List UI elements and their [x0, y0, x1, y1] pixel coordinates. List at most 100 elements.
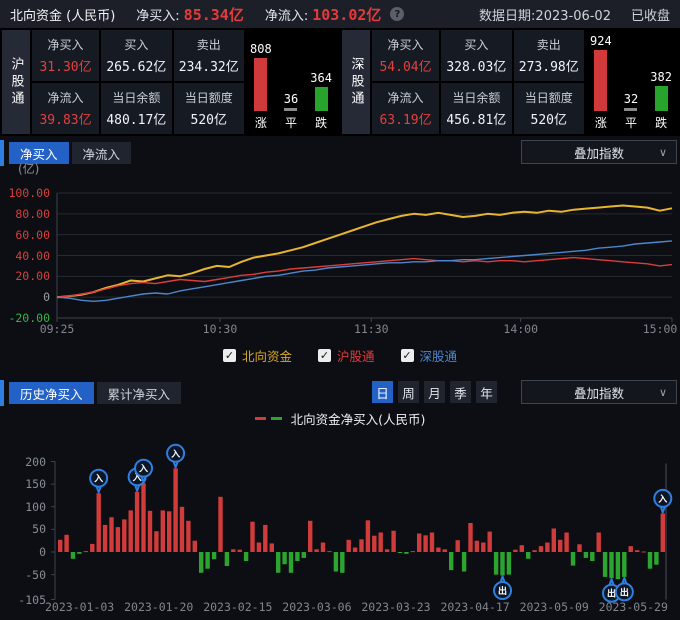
marker-glyph: 入	[93, 474, 103, 485]
panel-cell: 买入328.03亿	[441, 30, 511, 81]
bar	[648, 552, 652, 569]
chevron-down-icon: ∨	[659, 386, 667, 399]
y-tick-label: 0	[2, 290, 50, 304]
bar	[250, 522, 254, 552]
y-tick-label: 100	[0, 500, 46, 514]
x-tick-label: 09:25	[25, 322, 89, 336]
marker-glyph: 入	[138, 464, 148, 475]
panel-cell: 净买入54.04亿	[372, 30, 439, 81]
marker-glyph: 入	[170, 449, 180, 460]
outflow-marker-pin: 出	[494, 577, 511, 600]
bar	[77, 552, 81, 554]
advance-decline-column: 36平	[284, 92, 298, 131]
cell-value: 234.32亿	[179, 56, 239, 75]
bar	[436, 548, 440, 553]
panel-cells: 净买入54.04亿买入328.03亿卖出273.98亿净流入63.19亿当日余额…	[372, 30, 584, 134]
bar	[539, 546, 543, 552]
cell-value: 480.17亿	[106, 109, 166, 128]
y-tick-label: 40.00	[2, 249, 50, 263]
cell-value: 456.81亿	[446, 109, 506, 128]
bar	[109, 517, 113, 552]
x-tick-label: 14:00	[489, 322, 553, 336]
period-button-周[interactable]: 周	[398, 381, 419, 403]
bar	[443, 549, 447, 552]
checkbox-checked-icon[interactable]: ✓	[223, 349, 236, 362]
tab-累计净买入[interactable]: 累计净买入	[97, 382, 182, 404]
bar	[641, 552, 645, 553]
intraday-section-header: 净买入净流入 叠加指数 ∨	[0, 140, 680, 166]
panel-cell: 当日额度520亿	[174, 83, 244, 134]
bar	[302, 552, 306, 558]
bar	[129, 510, 133, 552]
date-label: 2023-05-29	[599, 600, 668, 614]
bar	[366, 520, 370, 552]
count-label: 808	[250, 42, 272, 56]
bar-chart-legend: 北向资金净买入(人民币)	[0, 408, 680, 428]
line-chart-svg	[0, 166, 680, 342]
bar	[475, 541, 479, 552]
data-date: 数据日期:2023-06-02	[479, 5, 611, 24]
bar	[449, 552, 453, 570]
bar	[97, 493, 101, 552]
checkbox-checked-icon[interactable]: ✓	[318, 349, 331, 362]
red-dash-icon	[255, 417, 266, 420]
bar	[84, 551, 88, 552]
bar	[218, 497, 222, 552]
cell-value: 63.19亿	[379, 109, 431, 128]
section-accent-bar	[0, 140, 4, 166]
cell-value: 273.98亿	[519, 56, 579, 75]
net-buy-summary: 净买入: 85.34亿	[136, 4, 244, 25]
overlay-index-dropdown-2[interactable]: 叠加指数 ∨	[521, 380, 677, 404]
net-buy-label: 净买入:	[136, 5, 179, 24]
date-label: 2023-02-15	[203, 600, 272, 614]
period-button-年[interactable]: 年	[476, 381, 497, 403]
y-tick-label: 50	[0, 522, 46, 536]
tab-历史净买入[interactable]: 历史净买入	[9, 382, 94, 404]
bar	[353, 548, 357, 553]
count-label: 32	[624, 92, 638, 106]
bar	[116, 527, 120, 552]
legend-item-深股通[interactable]: ✓深股通	[401, 346, 458, 365]
bar	[603, 552, 607, 577]
bar	[205, 552, 209, 569]
advance-decline-column: 382跌	[650, 70, 672, 131]
bar	[244, 552, 248, 561]
bar	[404, 552, 408, 554]
cell-label: 净买入	[388, 36, 424, 53]
panel-cell: 当日余额480.17亿	[101, 83, 171, 134]
advance-decline-column: 364跌	[310, 71, 332, 131]
legend-item-北向资金[interactable]: ✓北向资金	[223, 346, 292, 365]
panel-cell: 卖出 234.32亿	[174, 30, 244, 81]
bar	[456, 540, 460, 552]
bar	[225, 552, 229, 566]
cell-label: 卖出	[197, 36, 221, 53]
date-label: 2023-05-09	[520, 600, 589, 614]
legend-item-沪股通[interactable]: ✓沪股通	[318, 346, 375, 365]
period-button-日[interactable]: 日	[372, 381, 393, 403]
intraday-line-chart: (亿) 100.0080.0060.0040.0020.000-20.0009:…	[0, 166, 680, 342]
bar	[314, 549, 318, 552]
bar	[513, 550, 517, 552]
net-flow-summary: 净流入: 103.02亿	[265, 4, 382, 25]
bar-legend-label: 北向资金净买入(人民币)	[291, 409, 426, 428]
cell-value: 328.03亿	[446, 56, 506, 75]
tab-净流入[interactable]: 净流入	[72, 142, 132, 164]
bar	[616, 552, 620, 579]
history-bar-chart: 出出出入入入入入 2023-01-032023-01-202023-02-152…	[0, 428, 680, 620]
cell-value: 39.83亿	[39, 109, 91, 128]
bar	[379, 533, 383, 553]
overlay-index-dropdown[interactable]: 叠加指数 ∨	[521, 140, 677, 164]
period-button-月[interactable]: 月	[424, 381, 445, 403]
info-icon[interactable]: ?	[390, 7, 404, 21]
bar	[167, 511, 171, 552]
cell-label: 净流入	[48, 89, 84, 106]
panel-name: 深股通	[342, 30, 370, 134]
period-button-季[interactable]: 季	[450, 381, 471, 403]
count-label: 36	[284, 92, 298, 106]
date-label: 2023-03-23	[361, 600, 430, 614]
bar	[494, 552, 498, 575]
checkbox-checked-icon[interactable]: ✓	[401, 349, 414, 362]
count-bar	[254, 58, 267, 111]
y-tick-label: 20.00	[2, 269, 50, 283]
count-bar	[624, 108, 637, 111]
